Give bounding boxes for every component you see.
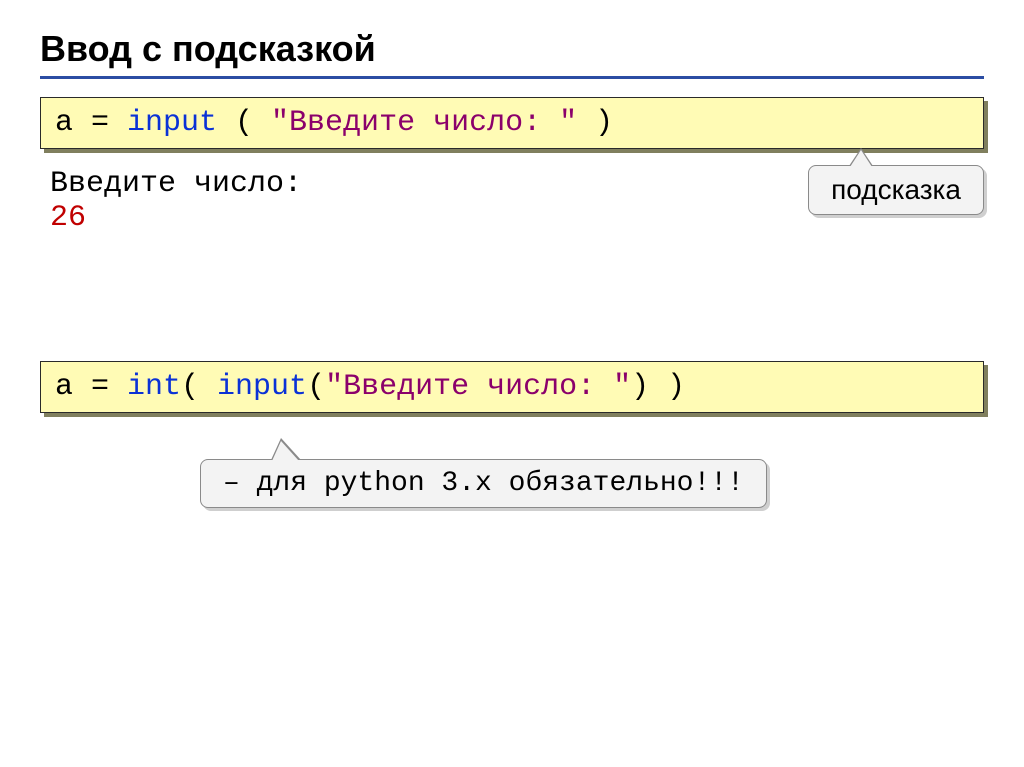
code1-prefix: a = [55,106,127,140]
code2-fn2: input [217,370,307,404]
code2-close2: ) [631,370,649,404]
code1-string: "Введите число: " [271,106,577,140]
output-prompt: Введите число: [50,167,302,201]
page-title: Ввод с подсказкой [40,28,984,70]
code-block-1: a = input ( "Введите число: " ) [40,97,984,149]
output-value: 26 [50,201,86,235]
title-divider [40,76,984,79]
code2-open2: ( [307,370,325,404]
code2-string: "Введите число: " [325,370,631,404]
output-row: Введите число: 26 подсказка [40,167,984,235]
code1-fn: input [127,106,217,140]
hint2-text: – для python 3.x обязательно!!! [223,468,744,499]
slide: Ввод с подсказкой a = input ( "Введите ч… [0,0,1024,767]
code2-open1: ( [181,370,217,404]
code2-close1: ) [649,370,685,404]
callout-hint-2: – для python 3.x обязательно!!! [200,459,767,508]
output-text: Введите число: 26 [40,167,328,235]
code-block-2: a = int( input("Введите число: ") ) [40,361,984,413]
code2-fn1: int [127,370,181,404]
code2-prefix: a = [55,370,127,404]
callout-hint-1: подсказка [808,165,984,215]
code1-close: ) [577,106,613,140]
code1-open: ( [217,106,271,140]
hint1-text: подсказка [831,174,961,205]
spacer [40,265,984,355]
